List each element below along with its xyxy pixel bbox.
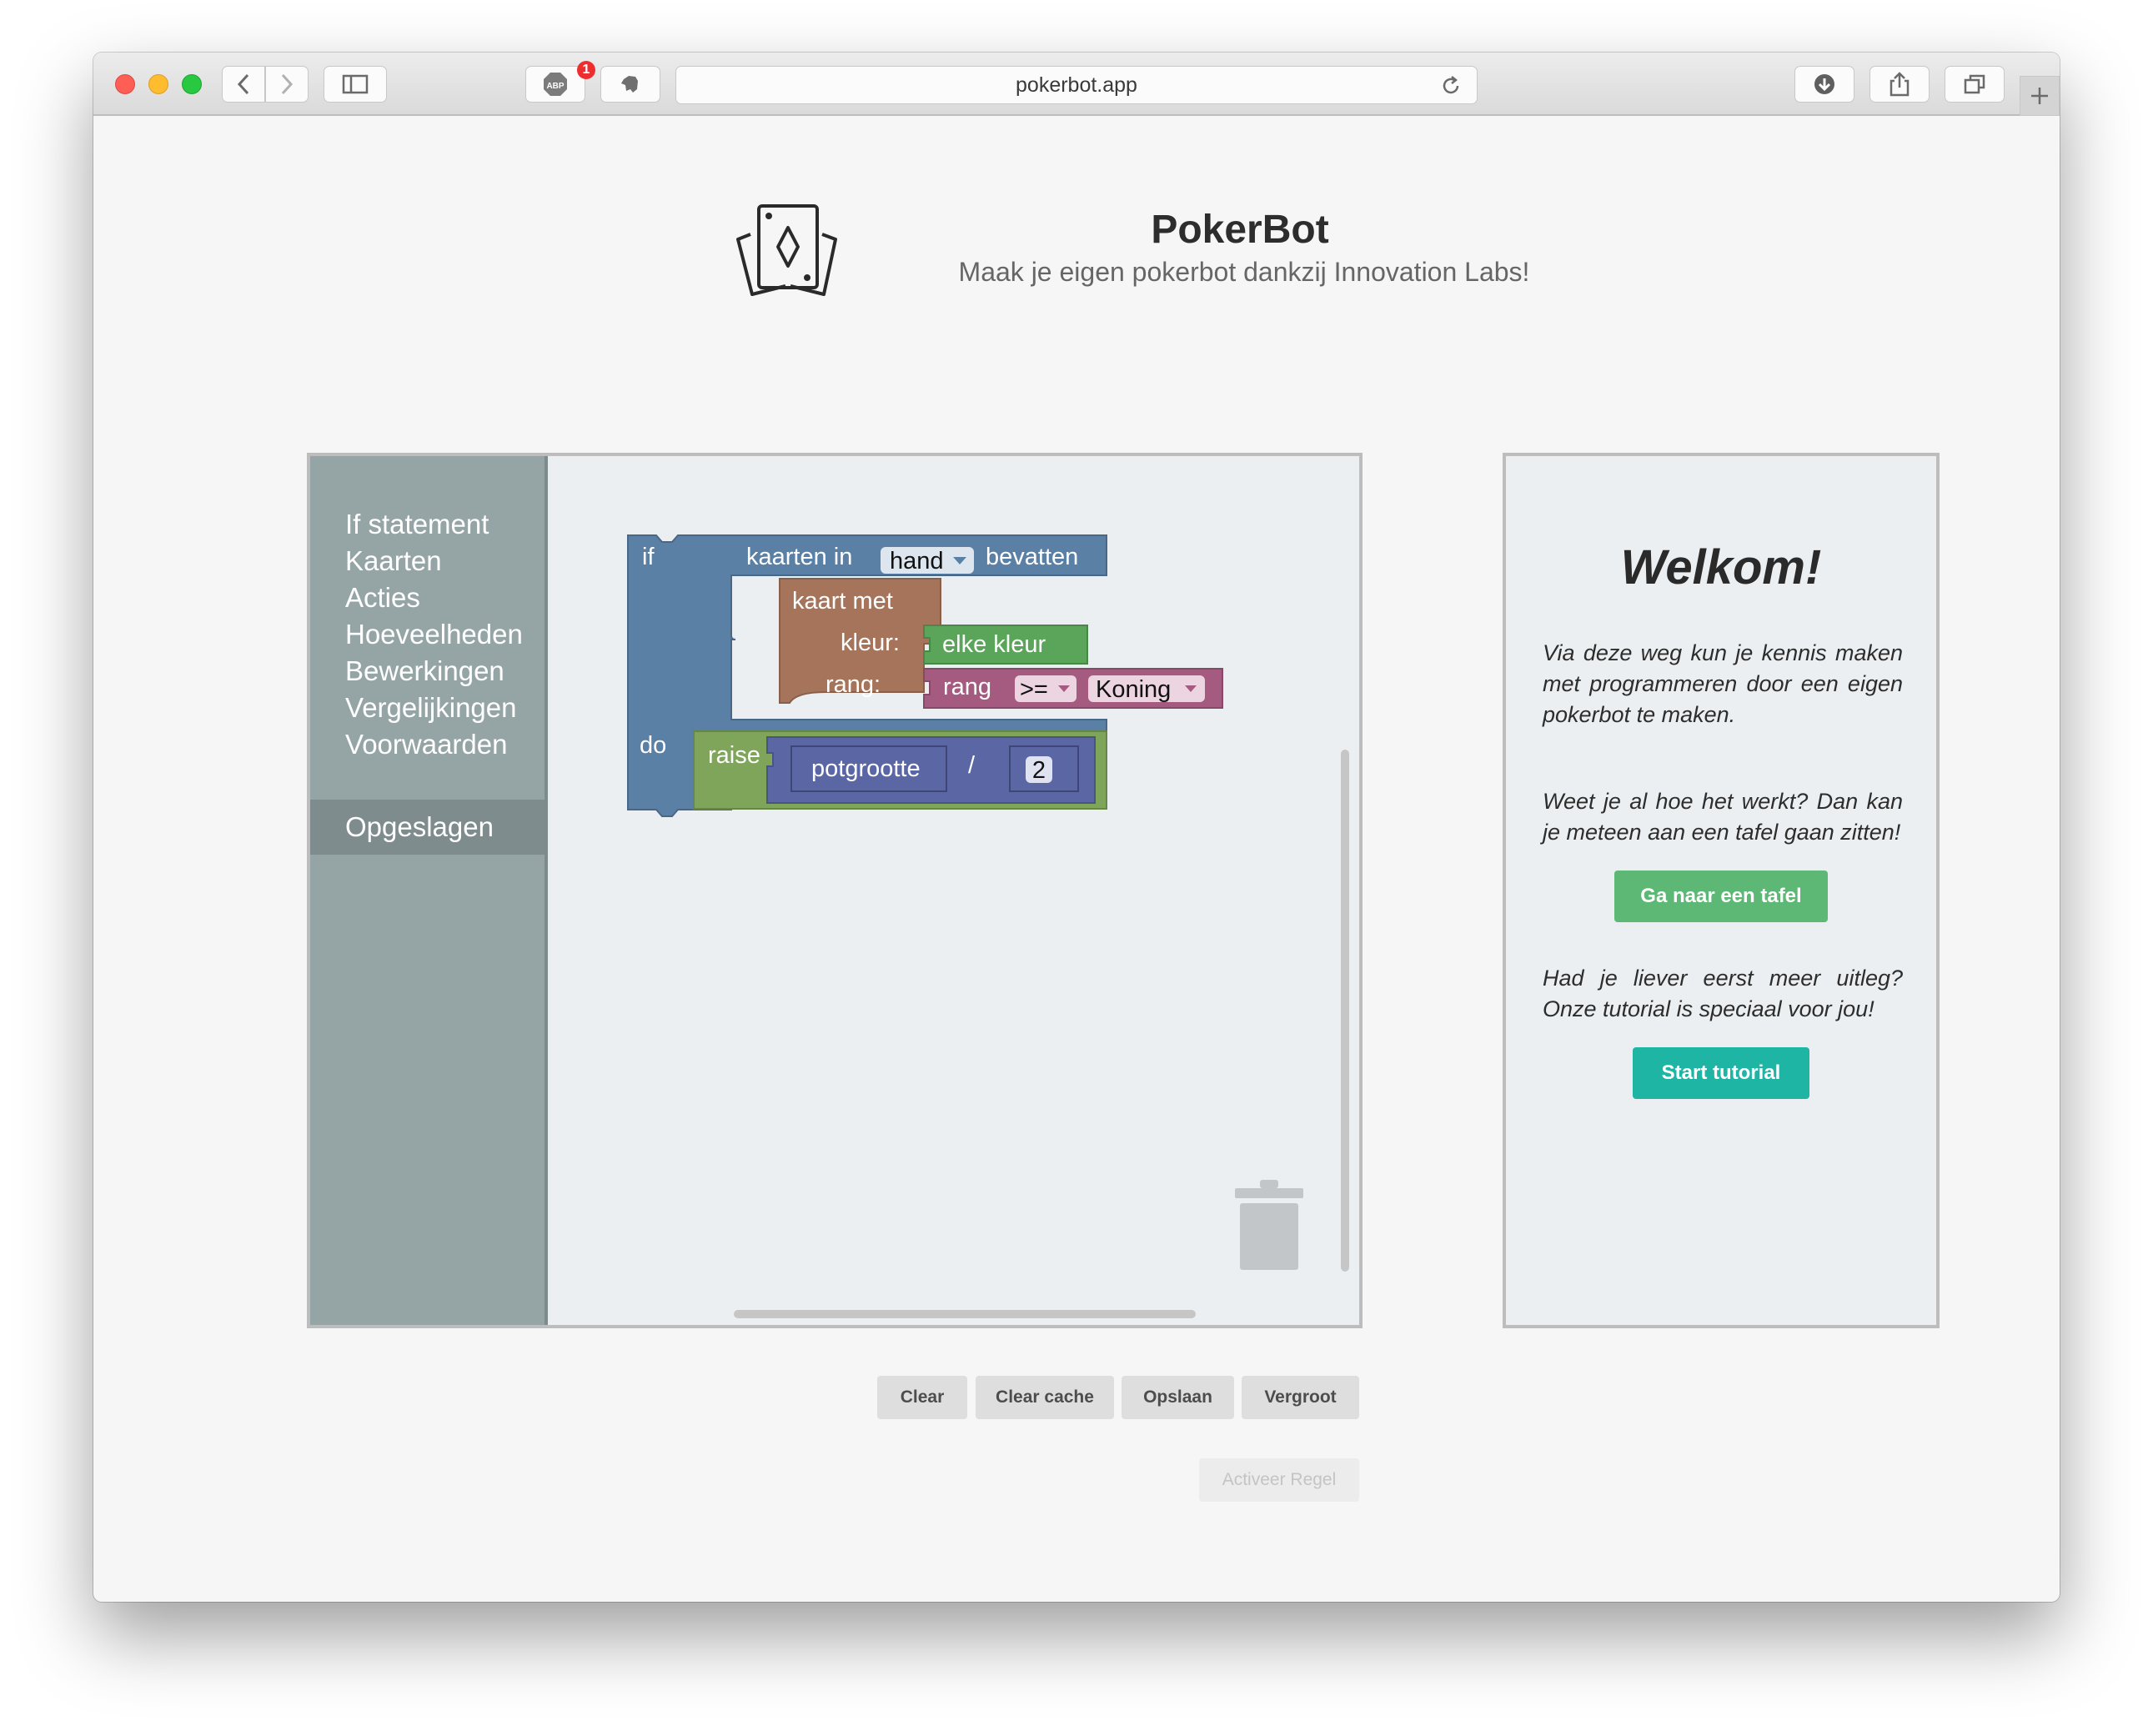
toolbox-item-vergelijkingen[interactable]: Vergelijkingen: [345, 690, 523, 726]
go-to-table-button[interactable]: Ga naar een tafel: [1614, 871, 1828, 922]
toolbox-item-if-statement[interactable]: If statement: [345, 506, 523, 543]
clear-button[interactable]: Clear: [877, 1376, 967, 1419]
operator-value: >=: [1020, 676, 1048, 703]
address-bar[interactable]: pokerbot.app: [675, 66, 1478, 104]
toolbox-item-hoeveelheden[interactable]: Hoeveelheden: [345, 616, 523, 653]
new-tab-button[interactable]: [2020, 76, 2060, 116]
share-button[interactable]: [1869, 66, 1930, 103]
tab-overview-button[interactable]: [1945, 66, 2005, 103]
clear-cache-button[interactable]: Clear cache: [976, 1376, 1114, 1419]
back-button[interactable]: [222, 66, 265, 103]
share-icon: [1890, 72, 1910, 97]
variable-name: potgrootte: [811, 755, 921, 782]
number-value: 2: [1032, 757, 1046, 784]
vertical-scrollbar[interactable]: [1341, 750, 1349, 1272]
suit-value: elke kleur: [942, 631, 1046, 658]
suit-value-block[interactable]: elke kleur: [923, 625, 1088, 665]
close-window-button[interactable]: [115, 74, 135, 94]
hand-dropdown-value: hand: [890, 548, 944, 574]
app-title: PokerBot: [1151, 208, 1329, 252]
evernote-button[interactable]: [600, 66, 660, 103]
rank-value: Koning: [1096, 676, 1171, 703]
contain-label: bevatten: [986, 544, 1078, 570]
adblock-count-badge: 1: [577, 61, 595, 79]
forward-button[interactable]: [265, 66, 309, 103]
divide-block[interactable]: potgrootte / 2: [766, 736, 1096, 804]
elephant-icon: [621, 76, 638, 93]
welcome-question-tutorial: Had je liever eerst meer uitleg? Onze tu…: [1543, 966, 1903, 1021]
toolbox-item-acties[interactable]: Acties: [345, 580, 523, 616]
tabs-icon: [1964, 74, 1985, 94]
card-with-block[interactable]: kaart met kleur: rang:: [779, 578, 941, 704]
downloads-button[interactable]: [1794, 66, 1854, 103]
do-label: do: [640, 732, 666, 759]
welcome-intro: Via deze weg kun je kennis maken met pro…: [1543, 640, 1903, 727]
trash-icon[interactable]: [1232, 1178, 1307, 1273]
toolbox-category-list: If statement Kaarten Acties Hoeveelheden…: [345, 506, 523, 763]
toolbox: If statement Kaarten Acties Hoeveelheden…: [310, 456, 548, 1325]
chevron-left-icon: [237, 73, 249, 95]
block-workspace[interactable]: if do kaarten in hand bevatten kaart met…: [548, 456, 1359, 1325]
rank-label: rang:: [826, 671, 881, 698]
welcome-heading: Welkom!: [1620, 540, 1822, 595]
card-with-label: kaart met: [792, 588, 893, 615]
reload-icon[interactable]: [1440, 75, 1462, 97]
plus-icon: [2031, 88, 2048, 104]
rank-compare-block[interactable]: rang >= Koning: [923, 668, 1223, 709]
browser-toolbar: ABP 1 pokerbot.app: [93, 53, 2060, 116]
activate-rule-button[interactable]: Activeer Regel: [1199, 1458, 1359, 1502]
zoom-window-button[interactable]: [182, 74, 202, 94]
rank-word: rang: [943, 674, 991, 700]
if-label: if: [642, 544, 655, 570]
welcome-question-table: Weet je al hoe het werkt? Dan kan je met…: [1543, 789, 1903, 845]
browser-window: ABP 1 pokerbot.app PokerBot Maak je eige…: [93, 53, 2060, 1602]
adblock-label: ABP: [546, 82, 564, 91]
toolbox-item-voorwaarden[interactable]: Voorwaarden: [345, 726, 523, 763]
block-canvas: if do kaarten in hand bevatten kaart met…: [627, 534, 1223, 817]
enlarge-button[interactable]: Vergroot: [1242, 1376, 1359, 1419]
welcome-panel: Welkom! Via deze weg kun je kennis maken…: [1503, 453, 1940, 1328]
divide-operator: /: [968, 752, 976, 779]
action-label: raise: [708, 742, 760, 769]
playing-cards-icon: [736, 204, 837, 296]
cards-in-label: kaarten in: [746, 544, 852, 570]
minimize-window-button[interactable]: [148, 74, 168, 94]
block-editor: If statement Kaarten Acties Hoeveelheden…: [307, 453, 1363, 1328]
suit-label: kleur:: [841, 630, 900, 656]
sidebar-toggle-button[interactable]: [324, 66, 387, 103]
app-subtitle: Maak je eigen pokerbot dankzij Innovatio…: [958, 257, 1530, 287]
chevron-right-icon: [281, 73, 294, 95]
horizontal-scrollbar[interactable]: [734, 1310, 1196, 1318]
adblock-icon: ABP: [544, 73, 567, 96]
save-button[interactable]: Opslaan: [1122, 1376, 1234, 1419]
toolbox-item-bewerkingen[interactable]: Bewerkingen: [345, 653, 523, 690]
toolbox-item-opgeslagen[interactable]: Opgeslagen: [310, 800, 545, 855]
toolbox-item-kaarten[interactable]: Kaarten: [345, 543, 523, 580]
sidebar-icon: [342, 74, 369, 94]
start-tutorial-button[interactable]: Start tutorial: [1633, 1047, 1809, 1099]
download-icon: [1814, 74, 1834, 94]
url-text: pokerbot.app: [1016, 73, 1137, 97]
